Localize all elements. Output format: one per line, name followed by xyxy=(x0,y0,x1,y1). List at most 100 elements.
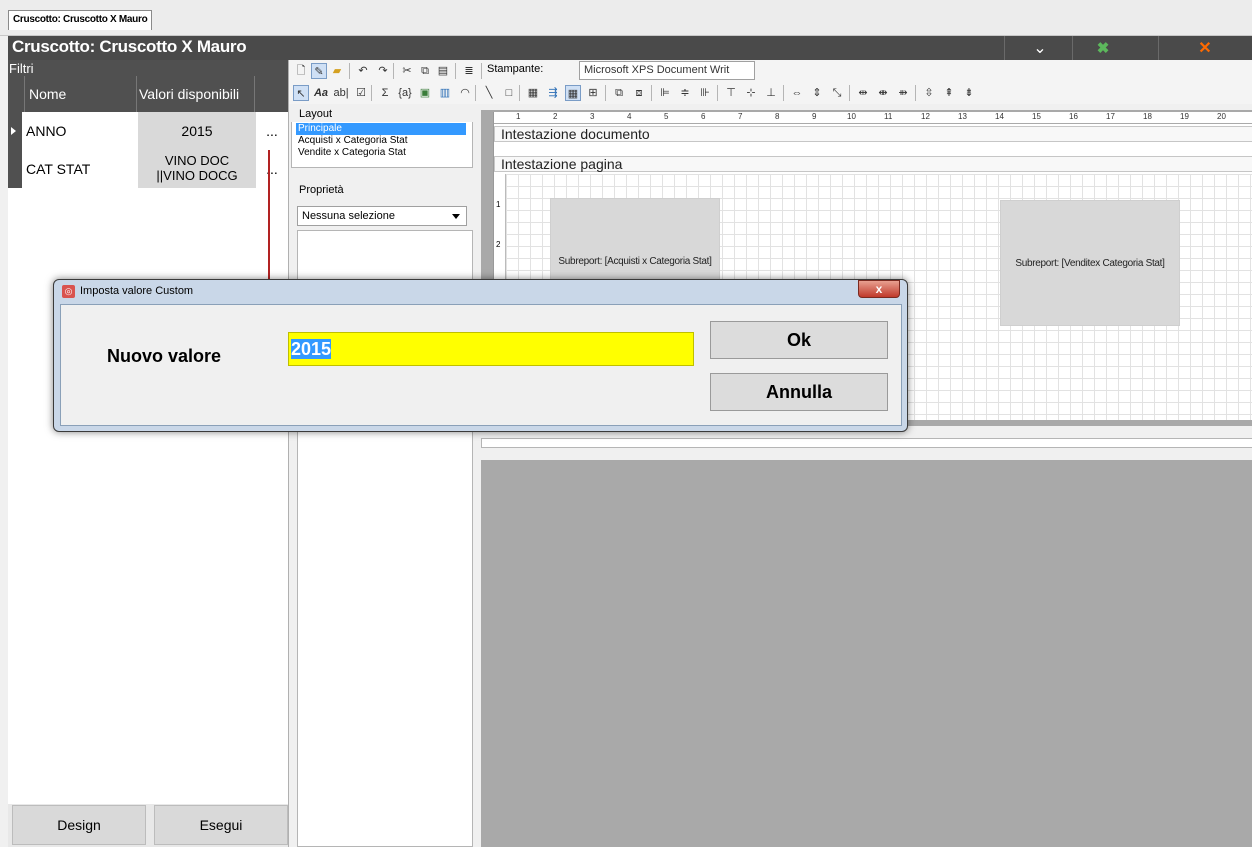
properties-select[interactable]: Nessuna selezione xyxy=(297,206,467,226)
window-titlebar: Cruscotto: Cruscotto X Mauro ⌄ ✖ ✕ xyxy=(8,36,1252,60)
snap-grid-icon[interactable]: ⊞ xyxy=(585,85,601,101)
vspace-dec-icon[interactable]: ⇟ xyxy=(961,85,977,101)
design-button[interactable]: Design xyxy=(12,805,146,845)
fields-icon[interactable]: ≣ xyxy=(461,63,477,79)
excel-export-icon[interactable]: ✖ xyxy=(1094,39,1112,57)
align-right-icon[interactable]: ⊪ xyxy=(697,85,713,101)
ruler-tick: 9 xyxy=(812,112,817,121)
vspace-inc-icon[interactable]: ⇞ xyxy=(941,85,957,101)
row-selector[interactable] xyxy=(8,150,22,188)
undo-icon[interactable]: ↶ xyxy=(355,63,371,79)
subreport-vendite[interactable]: Subreport: [Venditex Categoria Stat] xyxy=(1000,200,1180,326)
same-width-icon[interactable]: ⇔ xyxy=(789,85,805,101)
band-page-header[interactable]: Intestazione pagina xyxy=(494,156,1252,172)
close-icon[interactable]: ✕ xyxy=(1196,38,1214,58)
designer-toolbar-1: 🗋 ✎ ▰ ↶ ↷ ✂ ⧉ ▤ ≣ Stampante: Microsoft X… xyxy=(289,60,1252,82)
ruler-tick: 12 xyxy=(921,112,930,121)
preview-icon[interactable]: 🗋 xyxy=(293,63,309,79)
column-header-more xyxy=(254,76,288,112)
column-header-name[interactable]: Nome xyxy=(24,76,136,112)
hspace-dec-icon[interactable]: ⇻ xyxy=(895,85,911,101)
same-size-icon[interactable]: ⤡ xyxy=(829,85,845,101)
bring-front-icon[interactable]: ⧉ xyxy=(611,85,627,101)
vspace-equal-icon[interactable]: ⇳ xyxy=(921,85,937,101)
open-folder-icon[interactable]: ▰ xyxy=(329,63,345,79)
ruler-tick: 18 xyxy=(1143,112,1152,121)
checkbox-tool-icon[interactable]: ☑ xyxy=(353,85,369,101)
dialog-title: Imposta valore Custom xyxy=(80,285,194,297)
titlebar-divider xyxy=(1158,36,1159,60)
new-value-input[interactable]: 2015 xyxy=(288,332,694,366)
row-value[interactable]: 2015 xyxy=(138,112,256,150)
label-tool-icon[interactable]: Aa xyxy=(313,85,329,101)
tab-cruscotto[interactable]: Cruscotto: Cruscotto X Mauro xyxy=(8,10,153,30)
ok-button[interactable]: Ok xyxy=(710,321,888,359)
ruler-tick: 13 xyxy=(958,112,967,121)
same-height-icon[interactable]: ⇕ xyxy=(809,85,825,101)
toolbar-separator xyxy=(651,85,652,101)
textbox-tool-icon[interactable]: ab| xyxy=(333,85,349,101)
align-middle-icon[interactable]: ⊹ xyxy=(743,85,759,101)
row-value[interactable]: VINO DOC ||VINO DOCG xyxy=(138,150,256,188)
hspace-inc-icon[interactable]: ⇼ xyxy=(875,85,891,101)
toolbar-separator xyxy=(481,63,482,79)
horizontal-scrollbar[interactable] xyxy=(481,438,1252,448)
cancel-button[interactable]: Annulla xyxy=(710,373,888,411)
pagebreak-tool-icon[interactable]: ⇶ xyxy=(545,85,561,101)
paste-icon[interactable]: ▤ xyxy=(435,63,451,79)
ruler-tick: 14 xyxy=(995,112,1004,121)
toolbar-separator xyxy=(455,63,456,79)
chart-tool-icon[interactable]: ▥ xyxy=(437,85,453,101)
subreport-tool-icon[interactable]: ▦ xyxy=(525,85,541,101)
align-left-icon[interactable]: ⊫ xyxy=(657,85,673,101)
layout-item-vendite[interactable]: Vendite x Categoria Stat xyxy=(296,147,466,159)
layout-item-principale[interactable]: Principale xyxy=(296,123,466,135)
run-button[interactable]: Esegui xyxy=(154,805,288,845)
horizontal-ruler: 1 2 3 4 5 6 7 8 9 10 11 12 13 14 15 16 1… xyxy=(494,112,1252,124)
designer-toolbar-2: ↖ Aa ab| ☑ Σ {a} ▣ ▥ ◠ ╲ □ ▦ ⇶ ▦ ⊞ ⧉ ⧈ ⊫… xyxy=(289,82,1252,104)
gauge-tool-icon[interactable]: ◠ xyxy=(457,85,473,101)
line-tool-icon[interactable]: ╲ xyxy=(481,85,497,101)
design-mode-icon[interactable]: ✎ xyxy=(311,63,327,79)
toolbar-separator xyxy=(605,85,606,101)
new-value-text: 2015 xyxy=(291,339,332,359)
row-more-button[interactable]: ... xyxy=(256,112,288,150)
sum-tool-icon[interactable]: Σ xyxy=(377,85,393,101)
align-bottom-icon[interactable]: ⊥ xyxy=(763,85,779,101)
toolbar-separator xyxy=(783,85,784,101)
new-value-label: Nuovo valore xyxy=(107,346,222,366)
printer-select[interactable]: Microsoft XPS Document Writ xyxy=(579,61,755,80)
hspace-equal-icon[interactable]: ⇹ xyxy=(855,85,871,101)
column-header-values[interactable]: Valori disponibili xyxy=(136,76,254,112)
image-tool-icon[interactable]: ▣ xyxy=(417,85,433,101)
design-canvas: 1 2 3 4 5 6 7 8 9 10 11 12 13 14 15 16 1… xyxy=(481,110,1252,847)
custom-value-dialog: ◎ Imposta valore Custom x Nuovo valore 2… xyxy=(53,279,908,432)
properties-select-value: Nessuna selezione xyxy=(302,210,395,222)
pointer-tool-icon[interactable]: ↖ xyxy=(293,85,309,101)
align-center-icon[interactable]: ≑ xyxy=(677,85,693,101)
row-selector[interactable] xyxy=(8,112,22,150)
align-top-icon[interactable]: ⊤ xyxy=(723,85,739,101)
copy-icon[interactable]: ⧉ xyxy=(417,63,433,79)
rectangle-tool-icon[interactable]: □ xyxy=(501,85,517,101)
titlebar-divider xyxy=(1072,36,1073,60)
table-row[interactable]: ANNO 2015 ... xyxy=(8,112,288,150)
dialog-close-button[interactable]: x xyxy=(858,280,900,298)
dropdown-arrow-icon xyxy=(452,214,460,219)
layout-title: Layout xyxy=(291,108,473,122)
filters-section-label: Filtri xyxy=(9,61,34,76)
redo-icon[interactable]: ↷ xyxy=(375,63,391,79)
cut-icon[interactable]: ✂ xyxy=(399,63,415,79)
toolbar-separator xyxy=(915,85,916,101)
band-document-header[interactable]: Intestazione documento xyxy=(494,126,1252,142)
send-back-icon[interactable]: ⧈ xyxy=(631,85,647,101)
toolbar-separator xyxy=(393,63,394,79)
chevron-down-icon[interactable]: ⌄ xyxy=(1028,38,1052,58)
table-row[interactable]: CAT STAT VINO DOC ||VINO DOCG ... xyxy=(8,150,288,188)
row-name: CAT STAT xyxy=(22,150,138,188)
field-tool-icon[interactable]: {a} xyxy=(397,85,413,101)
grid-toggle-icon[interactable]: ▦ xyxy=(565,85,581,101)
row-more-button[interactable]: ... xyxy=(256,150,288,188)
filters-footer: Design Esegui xyxy=(8,804,288,847)
layout-item-acquisti[interactable]: Acquisti x Categoria Stat xyxy=(296,135,466,147)
